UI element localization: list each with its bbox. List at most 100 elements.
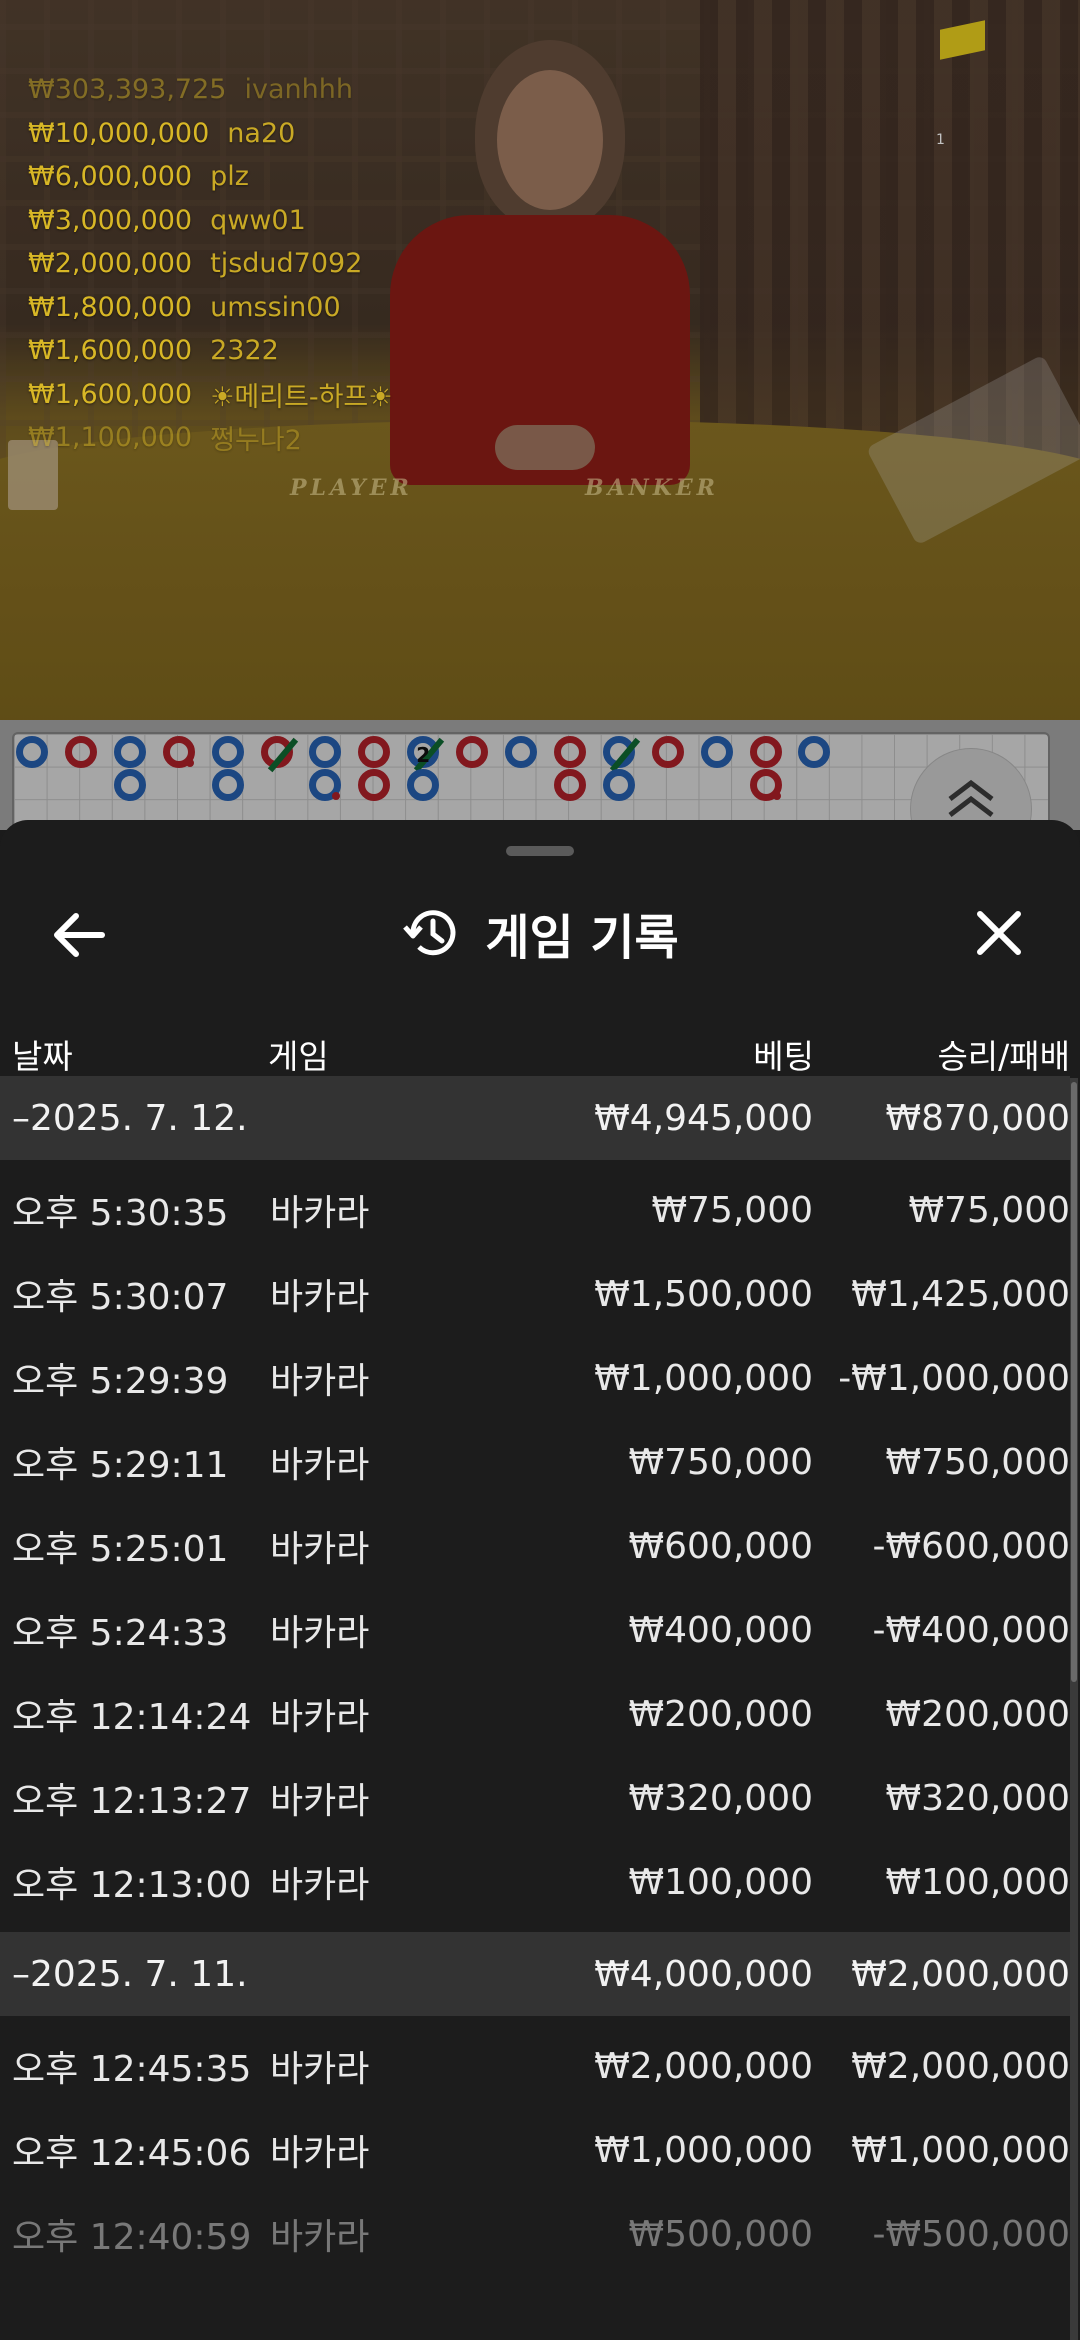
column-header-win-loss: 승리/패배 bbox=[937, 1037, 1070, 1076]
row-result: ₩320,000 bbox=[885, 1777, 1070, 1819]
leaderboard-amount: ₩2,000,000 bbox=[28, 248, 193, 280]
row-result: ₩1,000,000 bbox=[851, 2129, 1070, 2171]
banker-bead bbox=[358, 736, 391, 768]
pair-dot bbox=[185, 759, 194, 767]
leaderboard-name: qww01 bbox=[210, 204, 306, 236]
date-group-row[interactable]: –2025. 7. 11. ₩4,000,000 ₩2,000,000 bbox=[0, 1932, 1070, 2016]
history-row[interactable]: 오후 5:29:11 바카라 ₩750,000 ₩750,000 bbox=[0, 1420, 1070, 1504]
pair-dot bbox=[772, 791, 781, 800]
group-total-result: ₩870,000 bbox=[885, 1097, 1070, 1139]
player-bead: 2 bbox=[407, 736, 445, 773]
banker-bead bbox=[64, 736, 97, 768]
leaderboard-entry: ₩1,600,000 2322 bbox=[28, 329, 392, 373]
banker-bead bbox=[162, 736, 195, 768]
close-button[interactable] bbox=[964, 898, 1034, 968]
banker-bead bbox=[749, 736, 782, 768]
history-row[interactable]: 오후 12:45:35 바카라 ₩2,000,000 ₩2,000,000 bbox=[0, 2024, 1070, 2108]
banker-bead bbox=[553, 768, 586, 801]
player-bead bbox=[309, 768, 342, 801]
tie-slash bbox=[609, 737, 640, 773]
history-list[interactable]: –2025. 7. 12. ₩4,945,000 ₩870,000 오후 5:30:3… bbox=[0, 1076, 1070, 2284]
row-game: 바카라 bbox=[270, 1193, 370, 1234]
row-time: 오후 12:45:06 bbox=[12, 2133, 252, 2174]
row-time: 오후 12:14:24 bbox=[12, 1697, 252, 1738]
player-bead bbox=[113, 736, 146, 768]
banker-bead bbox=[651, 736, 684, 768]
leaderboard-name: ivanhhh bbox=[244, 74, 353, 106]
leaderboard-amount: ₩3,000,000 bbox=[28, 204, 193, 236]
row-game: 바카라 bbox=[270, 1529, 370, 1570]
column-header-date: 날짜 bbox=[12, 1037, 73, 1076]
row-bet: ₩2,000,000 bbox=[594, 2045, 813, 2087]
history-row[interactable]: 오후 12:13:00 바카라 ₩100,000 ₩100,000 bbox=[0, 1840, 1070, 1924]
history-row[interactable]: 오후 5:24:33 바카라 ₩400,000 -₩400,000 bbox=[0, 1588, 1070, 1672]
leaderboard-name: tjsdud7092 bbox=[210, 248, 363, 280]
leaderboard-name: 쩡누나2 bbox=[210, 425, 302, 457]
chevron-double-up-icon bbox=[948, 779, 994, 817]
row-result: -₩500,000 bbox=[872, 2213, 1070, 2255]
leaderboard-name: plz bbox=[210, 161, 249, 193]
banker-bead bbox=[749, 768, 782, 801]
row-spacer bbox=[0, 1924, 1070, 1932]
row-bet: ₩600,000 bbox=[628, 1525, 813, 1567]
game-history-sheet: 게임 기록 날짜 게임 베팅 승리/패배 –2025. 7. 12. ₩4,945… bbox=[0, 820, 1080, 2340]
row-time: 오후 5:25:01 bbox=[12, 1529, 229, 1570]
row-bet: ₩1,000,000 bbox=[594, 2129, 813, 2171]
winners-leaderboard: ₩303,393,725 ivanhhh ₩10,000,000 na20 ₩6,000… bbox=[28, 68, 392, 460]
leaderboard-amount: ₩1,800,000 bbox=[28, 291, 193, 323]
leaderboard-amount: ₩6,000,000 bbox=[28, 161, 193, 193]
banker-bead bbox=[553, 736, 586, 768]
tie-slash bbox=[267, 737, 298, 773]
column-header-game: 게임 bbox=[268, 1037, 329, 1076]
history-row[interactable]: 오후 5:30:35 바카라 ₩75,000 ₩75,000 bbox=[0, 1168, 1070, 1252]
row-time: 오후 5:29:11 bbox=[12, 1445, 229, 1486]
row-time: 오후 12:45:35 bbox=[12, 2049, 252, 2090]
row-bet: ₩400,000 bbox=[628, 1609, 813, 1651]
row-time: 오후 12:13:27 bbox=[12, 1781, 252, 1822]
leaderboard-name: umssin00 bbox=[210, 291, 341, 323]
sheet-drag-handle[interactable] bbox=[506, 846, 574, 856]
history-row[interactable]: 오후 5:30:07 바카라 ₩1,500,000 ₩1,425,000 bbox=[0, 1252, 1070, 1336]
leaderboard-entry: ₩2,000,000 tjsdud7092 bbox=[28, 242, 392, 286]
row-game: 바카라 bbox=[270, 1781, 370, 1822]
leaderboard-entry: ₩10,000,000 na20 bbox=[28, 112, 392, 156]
history-row[interactable]: 오후 12:40:59 바카라 ₩500,000 -₩500,000 bbox=[0, 2192, 1070, 2276]
column-header-bet: 베팅 bbox=[753, 1037, 814, 1076]
row-game: 바카라 bbox=[270, 1361, 370, 1402]
history-row[interactable]: 오후 12:45:06 바카라 ₩1,000,000 ₩1,000,000 bbox=[0, 2108, 1070, 2192]
history-row[interactable]: 오후 5:29:39 바카라 ₩1,000,000 -₩1,000,000 bbox=[0, 1336, 1070, 1420]
row-result: ₩100,000 bbox=[885, 1861, 1070, 1903]
row-spacer bbox=[0, 2016, 1070, 2024]
history-row[interactable]: 오후 12:14:24 바카라 ₩200,000 ₩200,000 bbox=[0, 1672, 1070, 1756]
history-row[interactable]: 오후 5:25:01 바카라 ₩600,000 -₩600,000 bbox=[0, 1504, 1070, 1588]
leaderboard-amount: ₩303,393,725 bbox=[28, 74, 227, 106]
row-bet: ₩500,000 bbox=[628, 2213, 813, 2255]
leaderboard-entry: ₩6,000,000 plz bbox=[28, 155, 392, 199]
leaderboard-entry: ₩303,393,725 ivanhhh bbox=[28, 68, 392, 112]
player-bead bbox=[798, 736, 831, 768]
row-time: 오후 5:30:07 bbox=[12, 1277, 229, 1318]
leaderboard-entry: ₩3,000,000 qww01 bbox=[28, 199, 392, 243]
row-game: 바카라 bbox=[270, 1445, 370, 1486]
leaderboard-name: ☀메리트-하프☀ bbox=[210, 381, 393, 413]
player-bead bbox=[113, 768, 146, 801]
player-bead bbox=[602, 768, 635, 801]
player-bead bbox=[16, 736, 48, 768]
leaderboard-entry: ₩1,100,000 쩡누나2 bbox=[28, 416, 392, 460]
leaderboard-amount: ₩1,100,000 bbox=[28, 422, 193, 454]
row-game: 바카라 bbox=[270, 2133, 370, 2174]
date-group-row[interactable]: –2025. 7. 12. ₩4,945,000 ₩870,000 bbox=[0, 1076, 1070, 1160]
player-bead bbox=[211, 736, 244, 768]
group-date: –2025. 7. 12. bbox=[12, 1097, 248, 1139]
title-group: 게임 기록 bbox=[0, 898, 1080, 968]
row-time: 오후 12:40:59 bbox=[12, 2217, 252, 2258]
row-bet: ₩100,000 bbox=[628, 1861, 813, 1903]
group-total-result: ₩2,000,000 bbox=[851, 1953, 1070, 1995]
player-bead bbox=[602, 736, 640, 773]
row-game: 바카라 bbox=[270, 2217, 370, 2258]
history-row[interactable]: 오후 12:13:27 바카라 ₩320,000 ₩320,000 bbox=[0, 1756, 1070, 1840]
row-bet: ₩750,000 bbox=[628, 1441, 813, 1483]
player-bead bbox=[407, 768, 440, 801]
group-date: –2025. 7. 11. bbox=[12, 1953, 248, 1995]
scrollbar-thumb[interactable] bbox=[1071, 1082, 1077, 1682]
